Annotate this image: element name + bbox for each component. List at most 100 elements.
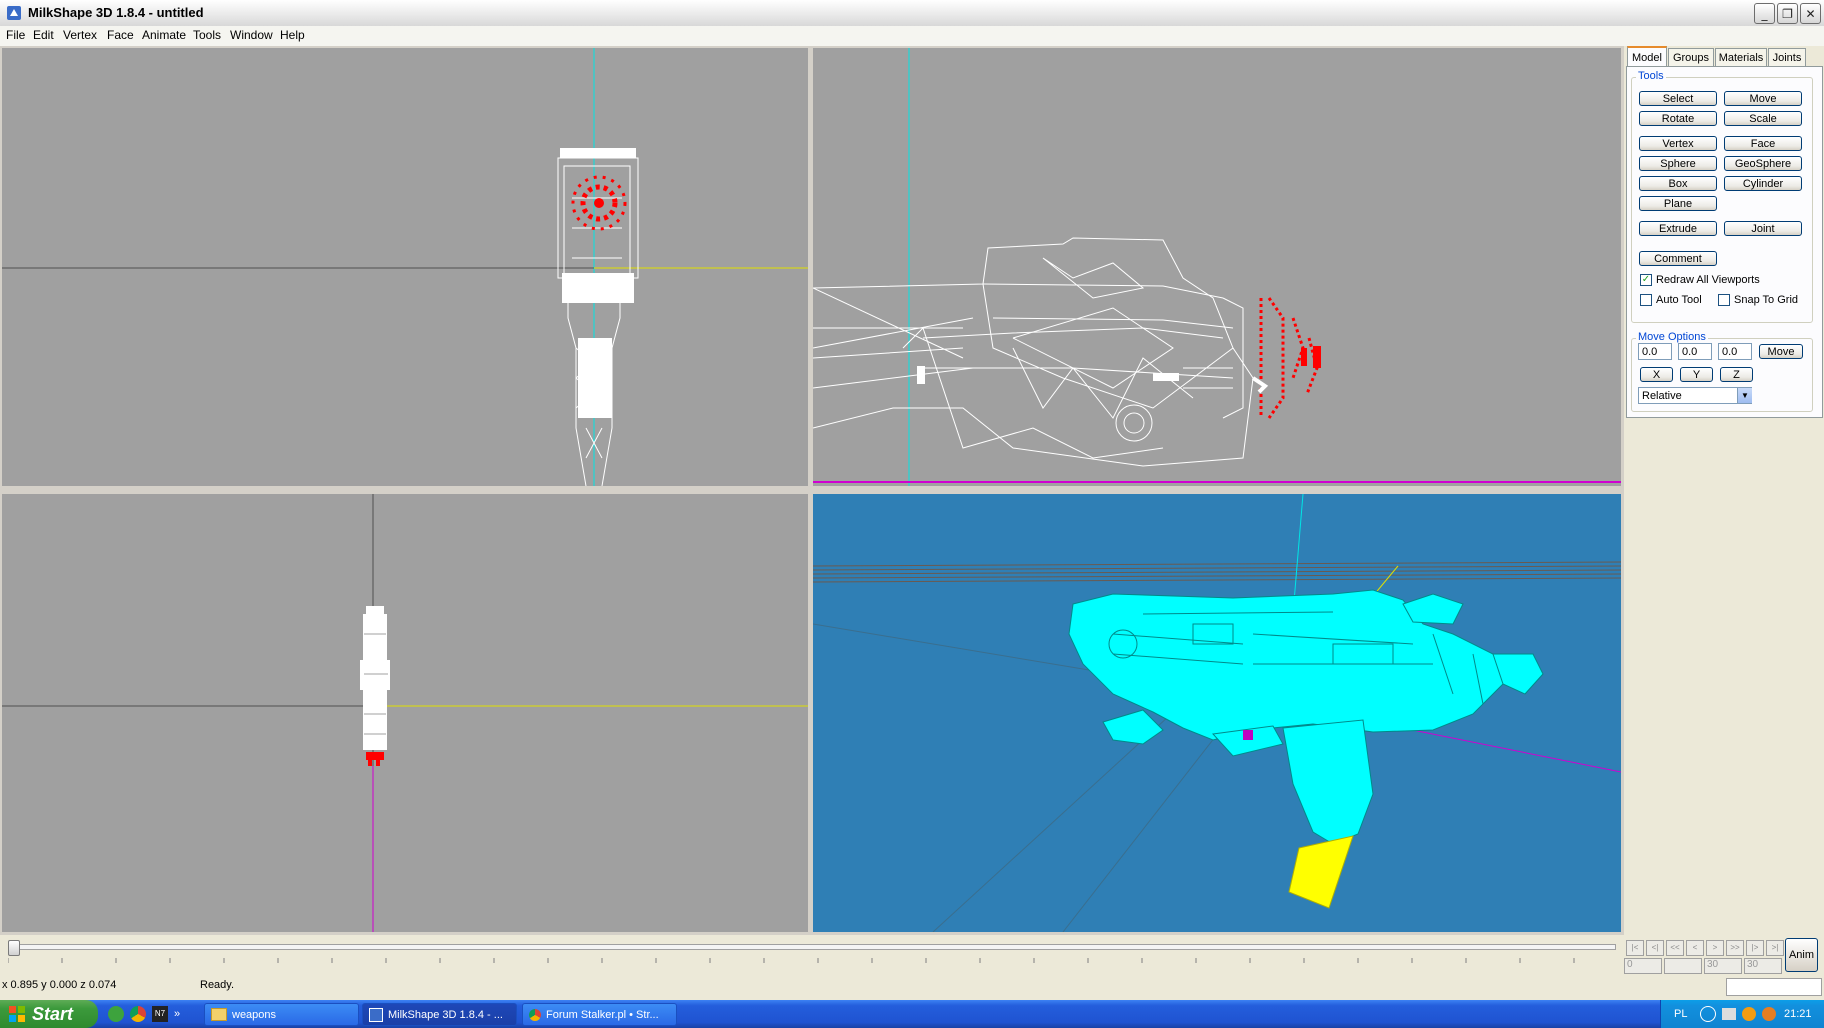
vertex-button[interactable]: Vertex (1639, 136, 1717, 151)
move-tool-button[interactable]: Move (1724, 91, 1802, 106)
tray-app-icon[interactable] (1742, 1007, 1756, 1021)
task-milkshape-label: MilkShape 3D 1.8.4 - ... (388, 1008, 503, 1021)
select-button[interactable]: Select (1639, 91, 1717, 106)
checkmark-icon: ✓ (1641, 274, 1651, 285)
scale-button[interactable]: Scale (1724, 111, 1802, 126)
minimize-icon: _ (1761, 6, 1768, 21)
chrome-icon[interactable] (130, 1006, 146, 1022)
menu-help[interactable]: Help (280, 28, 305, 42)
axis-z-button[interactable]: Z (1720, 367, 1753, 382)
next-key-button[interactable]: |> (1746, 940, 1764, 956)
anim-button[interactable]: Anim (1785, 938, 1818, 972)
frame-ticks (8, 958, 1575, 963)
coords-readout: x 0.895 y 0.000 z 0.074 (2, 979, 117, 991)
first-frame-button[interactable]: |< (1626, 940, 1644, 956)
geosphere-button[interactable]: GeoSphere (1724, 156, 1802, 171)
clock: 21:21 (1784, 1008, 1812, 1020)
current-frame-field[interactable]: 0 (1624, 958, 1662, 974)
start-button[interactable]: Start (0, 1000, 98, 1028)
auto-tool-label: Auto Tool (1656, 294, 1702, 306)
restore-button[interactable]: ❐ (1777, 3, 1798, 24)
sphere-button[interactable]: Sphere (1639, 156, 1717, 171)
rewind-button[interactable]: << (1666, 940, 1684, 956)
frame-slider-track[interactable] (8, 944, 1616, 950)
language-indicator[interactable]: PL (1674, 1008, 1687, 1020)
start-label: Start (32, 1003, 74, 1024)
task-weapons-label: weapons (232, 1008, 277, 1021)
menu-face[interactable]: Face (107, 28, 134, 42)
prev-key-button[interactable]: <| (1646, 940, 1664, 956)
menu-vertex[interactable]: Vertex (63, 28, 97, 42)
snap-to-grid-checkbox[interactable] (1718, 294, 1730, 306)
cylinder-button[interactable]: Cylinder (1724, 176, 1802, 191)
dropdown-arrow-icon[interactable]: ▼ (1737, 388, 1752, 403)
axis-y-button[interactable]: Y (1680, 367, 1713, 382)
network-icon[interactable] (1722, 1008, 1736, 1020)
next-frame-button[interactable]: > (1706, 940, 1724, 956)
utorrent-icon[interactable] (108, 1006, 124, 1022)
tray-icons (1700, 1006, 1790, 1022)
move-mode-select[interactable]: Relative (1638, 387, 1752, 404)
close-button[interactable]: ✕ (1800, 3, 1821, 24)
title-bar (0, 0, 1824, 27)
end-frame-field[interactable]: 30 (1704, 958, 1742, 974)
app-icon (7, 6, 21, 20)
move-options-label: Move Options (1636, 331, 1708, 343)
axis-x-button[interactable]: X (1640, 367, 1673, 382)
tab-joints[interactable]: Joints (1768, 48, 1806, 66)
chrome-task-icon (529, 1008, 541, 1021)
task-milkshape[interactable]: MilkShape 3D 1.8.4 - ... (362, 1003, 517, 1026)
task-forum[interactable]: Forum Stalker.pl • Str... (522, 1003, 677, 1026)
menu-edit[interactable]: Edit (33, 28, 54, 42)
prev-frame-button[interactable]: < (1686, 940, 1704, 956)
last-frame-button[interactable]: >| (1766, 940, 1784, 956)
move-apply-button[interactable]: Move (1759, 344, 1803, 359)
auto-tool-checkbox[interactable] (1640, 294, 1652, 306)
rotate-button[interactable]: Rotate (1639, 111, 1717, 126)
tab-groups[interactable]: Groups (1668, 48, 1714, 66)
tab-model[interactable]: Model (1627, 46, 1667, 67)
face-button[interactable]: Face (1724, 136, 1802, 151)
menu-tools[interactable]: Tools (193, 28, 221, 42)
move-x-field[interactable]: 0.0 (1638, 343, 1672, 360)
plane-button[interactable]: Plane (1639, 196, 1717, 211)
tray-app2-icon[interactable] (1762, 1007, 1776, 1021)
minimize-button[interactable]: _ (1754, 3, 1775, 24)
frame-fields: 0 30 30 (1624, 958, 1782, 974)
snap-to-grid-label: Snap To Grid (1734, 294, 1799, 306)
tray-expand-icon[interactable] (1700, 1006, 1716, 1022)
milkshape-task-icon (369, 1007, 383, 1022)
menu-file[interactable]: File (6, 28, 25, 42)
redraw-all-checkbox[interactable]: ✓ (1640, 274, 1652, 286)
tools-group-label: Tools (1636, 70, 1666, 82)
restore-icon: ❐ (1782, 6, 1793, 21)
comment-button[interactable]: Comment (1639, 251, 1717, 266)
move-y-field[interactable]: 0.0 (1678, 343, 1712, 360)
task-weapons[interactable]: weapons (204, 1003, 359, 1026)
frame-field-blank[interactable] (1664, 958, 1702, 974)
joint-button[interactable]: Joint (1724, 221, 1802, 236)
status-bar (0, 976, 1824, 996)
quick-launch: N7 » (108, 1005, 188, 1023)
close-icon: ✕ (1805, 6, 1816, 21)
playback-controls: |< <| << < > >> |> >| (1626, 940, 1784, 956)
tab-materials[interactable]: Materials (1715, 48, 1767, 66)
app-shortcut-icon[interactable]: N7 (152, 1006, 168, 1022)
redraw-all-label: Redraw All Viewports (1656, 274, 1760, 286)
move-z-field[interactable]: 0.0 (1718, 343, 1752, 360)
fast-forward-button[interactable]: >> (1726, 940, 1744, 956)
total-frames-field[interactable]: 30 (1744, 958, 1782, 974)
frame-slider-thumb[interactable] (8, 940, 20, 956)
menu-window[interactable]: Window (230, 28, 273, 42)
viewport-3d[interactable] (813, 494, 1621, 932)
menu-bar (0, 26, 1824, 46)
menu-animate[interactable]: Animate (142, 28, 186, 42)
viewport-side[interactable] (813, 48, 1621, 486)
extrude-button[interactable]: Extrude (1639, 221, 1717, 236)
status-message: Ready. (200, 979, 235, 991)
viewport-front[interactable] (2, 48, 808, 486)
box-button[interactable]: Box (1639, 176, 1717, 191)
viewport-top[interactable] (2, 494, 808, 932)
more-icon[interactable]: » (174, 1008, 180, 1020)
windows-logo-icon (9, 1006, 25, 1022)
